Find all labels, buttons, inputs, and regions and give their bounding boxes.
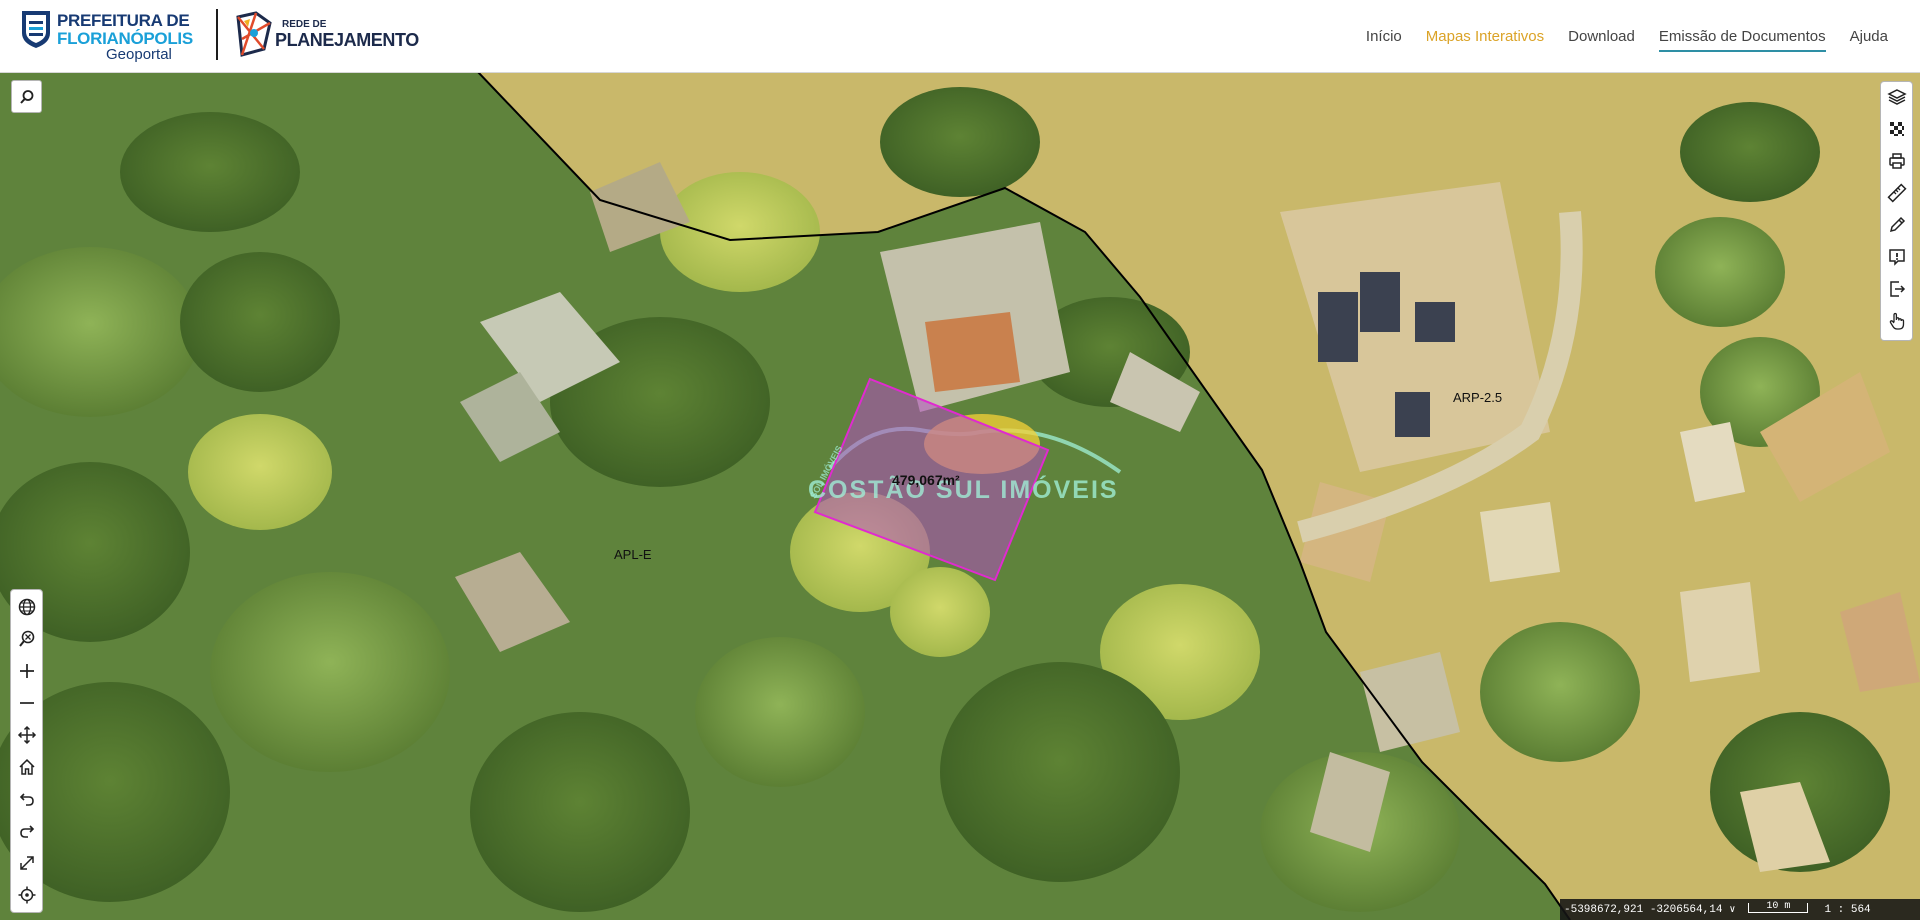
scale-bar: 10 m <box>1748 901 1809 913</box>
zoom-out-icon <box>19 702 34 704</box>
zone-label-apl-e: APL-E <box>614 547 652 562</box>
locate-icon <box>18 886 35 904</box>
draw-icon <box>1889 216 1905 233</box>
rede-title-line2: PLANEJAMENTO <box>275 30 419 50</box>
cursor-coordinates: -5398672,921 -3206564,14 <box>1564 903 1723 916</box>
nav-inicio[interactable]: Início <box>1366 20 1402 52</box>
zoom-to-button[interactable] <box>11 624 42 654</box>
top-header: PREFEITURA DE FLORIANÓPOLIS Geoportal RE… <box>0 0 1920 73</box>
zoom-to-icon <box>18 630 34 647</box>
fullscreen-icon <box>19 856 34 870</box>
geoportal-label: Geoportal <box>106 46 172 63</box>
info-button[interactable] <box>1881 242 1912 272</box>
print-button[interactable] <box>1881 146 1912 176</box>
pan-icon <box>17 725 36 745</box>
redo-icon <box>19 825 34 838</box>
export-icon <box>1889 281 1905 297</box>
measure-button[interactable] <box>1881 178 1912 208</box>
redo-button[interactable] <box>11 816 42 846</box>
prefeitura-title-line1: PREFEITURA DE <box>57 11 190 30</box>
map-search-button[interactable] <box>11 80 42 113</box>
identify-button[interactable] <box>1881 306 1912 336</box>
rede-logo-mark-icon <box>236 11 272 57</box>
measure-icon <box>1886 183 1907 203</box>
zoom-in-icon <box>19 664 34 678</box>
chevron-down-icon[interactable]: ∨ <box>1726 904 1738 916</box>
rede-planejamento-logo[interactable]: REDE DE PLANEJAMENTO <box>234 9 424 61</box>
left-toolbar <box>10 589 43 913</box>
nav-ajuda[interactable]: Ajuda <box>1850 20 1888 52</box>
rede-title-line1: REDE DE <box>282 19 327 30</box>
print-icon <box>1888 153 1905 169</box>
globe-icon <box>18 598 35 616</box>
zoom-in-button[interactable] <box>11 656 42 686</box>
undo-icon <box>19 793 34 806</box>
map-status-bar: -5398672,921 -3206564,14 ∨ 10 m 1 : 564 <box>1560 899 1920 920</box>
layers-icon <box>1886 89 1907 105</box>
home-button[interactable] <box>11 752 42 782</box>
watermark: COSTÃO SUL IMÓVEIS <box>808 476 1119 504</box>
parcel-area-label: 479,067m² <box>892 472 960 488</box>
map-view[interactable]: APL-E ARP-2.5 SOL IMÓVEIS COSTÃO SUL IMÓ… <box>0 72 1920 920</box>
nav-emissao-documentos[interactable]: Emissão de Documentos <box>1658 20 1826 52</box>
nav-download[interactable]: Download <box>1568 20 1635 52</box>
export-button[interactable] <box>1881 274 1912 304</box>
nav-mapas-interativos[interactable]: Mapas Interativos <box>1426 20 1544 52</box>
scale-ratio[interactable]: 1 : 564 <box>1824 904 1870 916</box>
locate-button[interactable] <box>11 880 42 910</box>
main-nav: Início Mapas Interativos Download Emissã… <box>1366 0 1888 72</box>
layers-button[interactable] <box>1881 82 1912 112</box>
logo-divider <box>216 9 218 60</box>
basemap-button[interactable] <box>1881 114 1912 144</box>
city-shield-icon <box>22 11 50 48</box>
pan-button[interactable] <box>11 720 42 750</box>
search-icon <box>19 89 33 104</box>
prefeitura-logo[interactable]: PREFEITURA DE FLORIANÓPOLIS Geoportal <box>20 9 193 63</box>
info-icon <box>1888 249 1905 266</box>
identify-hand-icon <box>1889 312 1904 330</box>
fullscreen-button[interactable] <box>11 848 42 878</box>
undo-button[interactable] <box>11 784 42 814</box>
basemap-icon <box>1889 122 1904 136</box>
draw-button[interactable] <box>1881 210 1912 240</box>
zoom-out-button[interactable] <box>11 688 42 718</box>
zone-label-arp: ARP-2.5 <box>1453 390 1503 405</box>
home-icon <box>18 758 35 775</box>
globe-button[interactable] <box>11 592 42 622</box>
right-toolbar <box>1880 81 1913 341</box>
